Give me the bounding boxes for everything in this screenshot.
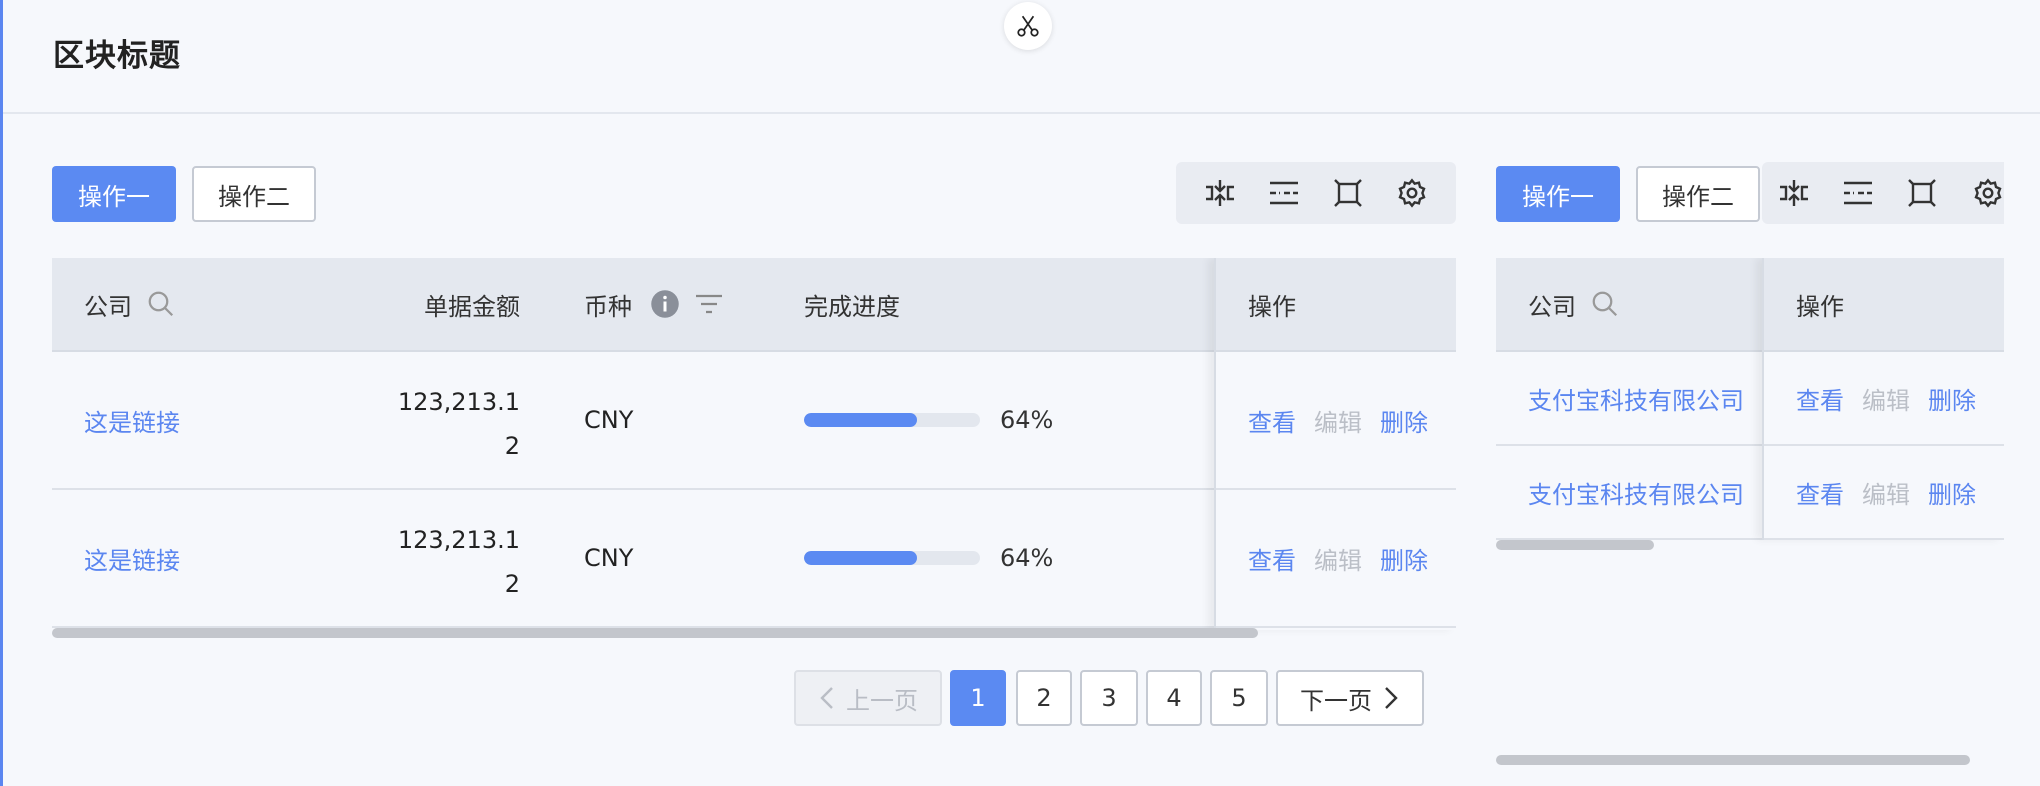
progress-percent: 64%: [1000, 544, 1054, 572]
page-1[interactable]: 1: [950, 670, 1006, 726]
fixed-operation-column: 操作 查看 编辑 删除 查看 编辑 删除: [1214, 258, 1456, 630]
delete-link[interactable]: 删除: [1380, 541, 1428, 576]
settings-icon[interactable]: [1380, 162, 1444, 224]
right-horizontal-scrollbar[interactable]: [1496, 540, 1654, 550]
action-one-button[interactable]: 操作一: [52, 166, 176, 222]
delete-link[interactable]: 删除: [1380, 403, 1428, 438]
delete-link[interactable]: 删除: [1928, 381, 1976, 416]
amount-cell: 123,213.1 2: [397, 526, 520, 598]
accent-bar: [0, 0, 3, 786]
settings-icon[interactable]: [1954, 162, 2004, 224]
fixed-operation-column: 操作 查看 编辑 删除 查看 编辑 删除: [1762, 258, 2004, 540]
column-operation: 操作: [1796, 292, 1844, 321]
right-outer-scrollbar[interactable]: [1496, 755, 1970, 765]
right-data-table: 公司 支付宝科技有限公司 支付宝科技有限公司 操作 查看 编辑 删除 查看 编辑…: [1496, 258, 2004, 550]
column-operation: 操作: [1248, 292, 1296, 321]
column-company: 公司: [84, 258, 176, 350]
right-action-one-button[interactable]: 操作一: [1496, 166, 1620, 222]
progress-percent: 64%: [1000, 406, 1054, 434]
column-amount: 单据金额: [424, 292, 520, 321]
filter-icon[interactable]: [694, 293, 724, 315]
row-actions: 查看 编辑 删除: [1764, 446, 2004, 540]
progress-bar: [804, 551, 980, 565]
progress-bar: [804, 413, 980, 427]
density-icon[interactable]: [1188, 162, 1252, 224]
right-table-toolbar: [1762, 162, 2004, 224]
page-3[interactable]: 3: [1080, 670, 1138, 726]
scissors-icon: [1017, 15, 1039, 37]
chevron-left-icon: [820, 687, 833, 709]
progress-fill: [804, 551, 917, 565]
row-actions: 查看 编辑 删除: [1216, 352, 1456, 490]
horizontal-scrollbar[interactable]: [52, 628, 1258, 638]
fullscreen-icon[interactable]: [1316, 162, 1380, 224]
prev-page-button: 上一页: [794, 670, 942, 726]
table-toolbar: [1176, 162, 1456, 224]
progress-cell: 64%: [804, 352, 1053, 488]
delete-link[interactable]: 删除: [1928, 475, 1976, 510]
search-icon[interactable]: [1590, 289, 1620, 319]
edit-link: 编辑: [1862, 386, 1910, 415]
page-2[interactable]: 2: [1016, 670, 1072, 726]
action-two-button[interactable]: 操作二: [192, 166, 316, 222]
data-table: 公司 单据金额 币种 完成进度 这是链接 123,213.1 2 CNY 64%: [52, 258, 1456, 640]
edit-link: 编辑: [1862, 480, 1910, 509]
row-actions: 查看 编辑 删除: [1764, 352, 2004, 446]
density-icon[interactable]: [1762, 162, 1826, 224]
row-actions: 查看 编辑 删除: [1216, 490, 1456, 628]
edit-link: 编辑: [1314, 546, 1362, 575]
page-5[interactable]: 5: [1210, 670, 1268, 726]
chevron-right-icon: [1385, 687, 1398, 709]
right-action-two-button[interactable]: 操作二: [1636, 166, 1760, 222]
fullscreen-icon[interactable]: [1890, 162, 1954, 224]
column-settings-icon[interactable]: [1252, 162, 1316, 224]
edit-link: 编辑: [1314, 408, 1362, 437]
progress-cell: 64%: [804, 490, 1053, 626]
info-icon[interactable]: [650, 289, 680, 319]
view-link[interactable]: 查看: [1248, 541, 1296, 576]
column-currency: 币种: [584, 258, 724, 350]
currency-cell: CNY: [584, 406, 634, 434]
view-link[interactable]: 查看: [1796, 475, 1844, 510]
page-4[interactable]: 4: [1146, 670, 1202, 726]
amount-cell: 123,213.1 2: [397, 388, 520, 460]
view-link[interactable]: 查看: [1248, 403, 1296, 438]
section-title: 区块标题: [53, 38, 181, 74]
company-link[interactable]: 支付宝科技有限公司: [1528, 446, 1744, 538]
company-link[interactable]: 支付宝科技有限公司: [1528, 352, 1744, 444]
scissors-button[interactable]: [1004, 2, 1052, 50]
company-link[interactable]: 这是链接: [84, 352, 180, 488]
currency-cell: CNY: [584, 544, 634, 572]
view-link[interactable]: 查看: [1796, 381, 1844, 416]
column-company: 公司: [1528, 258, 1620, 350]
search-icon[interactable]: [146, 289, 176, 319]
column-progress: 完成进度: [804, 292, 900, 321]
next-page-button[interactable]: 下一页: [1276, 670, 1424, 726]
company-link[interactable]: 这是链接: [84, 490, 180, 626]
progress-fill: [804, 413, 917, 427]
column-settings-icon[interactable]: [1826, 162, 1890, 224]
